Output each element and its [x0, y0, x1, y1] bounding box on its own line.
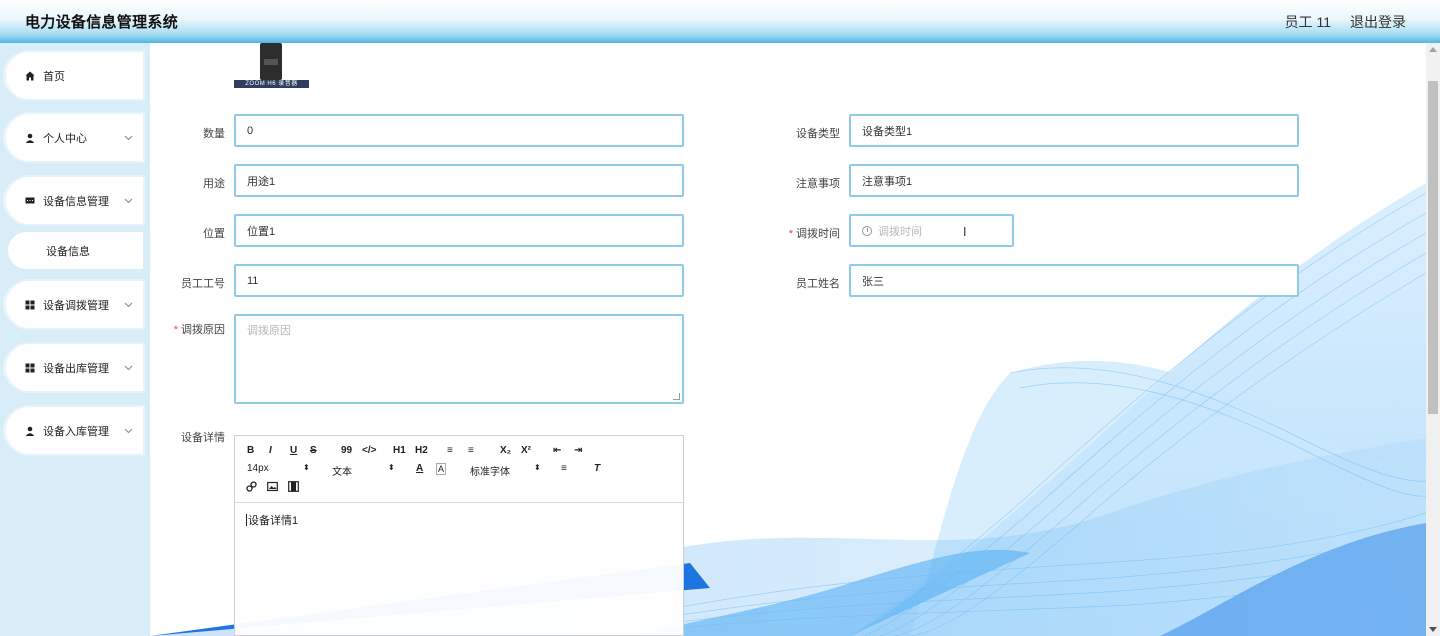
user-icon [25, 426, 35, 436]
sidebar-item-label: 设备调拨管理 [43, 299, 109, 312]
employee-id-label: 员工工号 [181, 278, 225, 290]
ordered-list-button[interactable]: ≡ [447, 445, 453, 456]
sidebar-item-device-outbound-management[interactable]: 设备出库管理 [6, 344, 143, 391]
usage-label: 用途 [203, 178, 225, 190]
text-style-arrows-icon[interactable]: ⬍ [388, 463, 395, 472]
employee-id-input[interactable]: 11 [234, 264, 684, 297]
notes-input[interactable]: 注意事项1 [849, 164, 1299, 197]
home-icon [25, 71, 35, 81]
indent-button[interactable]: ⇥ [574, 445, 582, 456]
top-header: 电力设备信息管理系统 员工 11 退出登录 [0, 0, 1440, 43]
outdent-button[interactable]: ⇤ [553, 445, 561, 456]
text-cursor-icon: I [963, 225, 967, 239]
bold-button[interactable]: B [247, 445, 254, 456]
location-label: 位置 [203, 228, 225, 240]
resize-handle-icon[interactable] [673, 393, 680, 400]
font-size-select[interactable]: 14px [247, 463, 269, 474]
chevron-down-icon [124, 300, 133, 310]
message-icon [25, 196, 35, 206]
required-mark: * [788, 228, 793, 240]
sidebar-item-personal-center[interactable]: 个人中心 [6, 114, 143, 161]
transfer-reason-label: * 调拨原因 [173, 324, 225, 336]
notes-label: 注意事项 [796, 178, 840, 190]
usage-input[interactable]: 用途1 [234, 164, 684, 197]
logout-link[interactable]: 退出登录 [1350, 12, 1406, 32]
recorder-image [260, 43, 282, 80]
font-size-arrows-icon[interactable]: ⬍ [303, 463, 310, 472]
clock-icon [862, 225, 872, 236]
image-icon[interactable] [267, 481, 278, 495]
link-icon[interactable] [246, 481, 257, 495]
strike-button[interactable]: S [310, 445, 317, 456]
chevron-down-icon [124, 426, 133, 436]
italic-button[interactable]: I [269, 445, 272, 456]
sidebar-item-label: 设备出库管理 [43, 362, 109, 375]
sidebar-item-home[interactable]: 首页 [6, 52, 143, 99]
employee-name-label: 员工姓名 [796, 278, 840, 290]
vertical-scrollbar[interactable] [1426, 43, 1440, 636]
chevron-down-icon [124, 363, 133, 373]
subscript-button[interactable]: X₂ [500, 445, 511, 456]
font-color-icon[interactable]: A [416, 463, 423, 474]
transfer-reason-textarea[interactable]: 调拨原因 [234, 314, 684, 404]
quantity-label: 数量 [203, 128, 225, 140]
device-type-label: 设备类型 [796, 128, 840, 140]
header-user-area: 员工 11 退出登录 [1285, 12, 1406, 32]
editor-content[interactable]: 设备详情1 [246, 512, 298, 528]
editor-toolbar: B I U S 99 </> H1 H2 ≡ ≡ X₂ X² ⇤ ⇥ 14px … [235, 436, 683, 503]
scroll-thumb[interactable] [1428, 81, 1438, 414]
app-title: 电力设备信息管理系统 [25, 14, 179, 31]
sidebar-item-label: 设备入库管理 [43, 425, 109, 438]
chevron-down-icon [124, 196, 133, 206]
grid-icon [25, 300, 35, 310]
blockquote-button[interactable]: 99 [341, 445, 352, 456]
sidebar-item-label: 设备信息管理 [43, 195, 109, 208]
background-color-icon[interactable]: A [436, 463, 447, 475]
code-block-button[interactable]: </> [362, 445, 376, 456]
header2-button[interactable]: H2 [415, 445, 428, 456]
transfer-time-picker[interactable]: 调拨时间 [849, 214, 1014, 247]
sidebar-item-device-inbound-management[interactable]: 设备入库管理 [6, 407, 143, 454]
sidebar-item-label: 首页 [43, 70, 65, 83]
device-type-input[interactable]: 设备类型1 [849, 114, 1299, 147]
employee-name-input[interactable]: 张三 [849, 264, 1299, 297]
transfer-time-label: * 调拨时间 [788, 228, 840, 240]
device-image: ZOOM H6 录音器 [234, 43, 309, 88]
text-style-select[interactable]: 文本 [332, 463, 352, 478]
font-family-select[interactable]: 标准字体 [470, 463, 510, 478]
device-details-label: 设备详情 [181, 432, 225, 444]
scroll-up-icon[interactable] [1429, 47, 1437, 52]
sidebar-item-device-transfer-management[interactable]: 设备调拨管理 [6, 281, 143, 328]
scroll-down-icon[interactable] [1429, 627, 1437, 632]
grid-icon [25, 363, 35, 373]
bullet-list-button[interactable]: ≡ [468, 445, 474, 456]
user-icon [25, 133, 35, 143]
clear-format-icon[interactable]: T [594, 463, 600, 474]
sidebar-item-label: 个人中心 [43, 132, 87, 145]
sidebar-subitem-label: 设备信息 [46, 245, 90, 258]
image-caption: ZOOM H6 录音器 [234, 80, 309, 88]
main-content: ZOOM H6 录音器 数量 0 设备类型 设备类型1 用途 用途1 注意事项 … [150, 43, 1426, 636]
superscript-button[interactable]: X² [521, 445, 531, 456]
sidebar-item-device-info-management[interactable]: 设备信息管理 [6, 177, 143, 224]
chevron-down-icon [124, 133, 133, 143]
sidebar-subitem-device-info[interactable]: 设备信息 [8, 232, 143, 269]
header1-button[interactable]: H1 [393, 445, 406, 456]
rich-text-editor[interactable]: B I U S 99 </> H1 H2 ≡ ≡ X₂ X² ⇤ ⇥ 14px … [234, 435, 684, 636]
location-input[interactable]: 位置1 [234, 214, 684, 247]
underline-button[interactable]: U [290, 445, 297, 456]
required-mark: * [173, 324, 178, 336]
align-icon[interactable]: ≡ [561, 463, 567, 474]
font-family-arrows-icon[interactable]: ⬍ [534, 463, 541, 472]
sidebar: 首页 个人中心 设备信息管理 设备信息 设备调拨管理 设备出库管理 设备入库管理 [0, 43, 150, 636]
video-icon[interactable] [288, 481, 299, 495]
current-user: 员工 11 [1284, 13, 1331, 30]
quantity-input[interactable]: 0 [234, 114, 684, 147]
